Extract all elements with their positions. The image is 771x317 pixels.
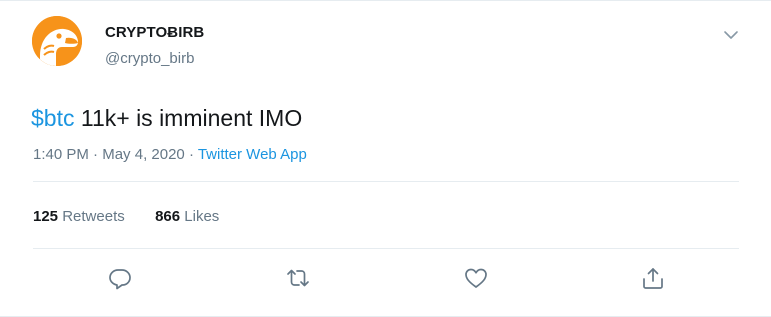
tweet-body: 11k+ is imminent IMO bbox=[74, 105, 303, 131]
tweet-card: CRYPTOɃIRB @crypto_birb $btc 11k+ is imm… bbox=[0, 0, 771, 317]
tweet-date[interactable]: May 4, 2020 bbox=[102, 146, 185, 163]
retweets-stat[interactable]: 125 Retweets bbox=[33, 208, 125, 225]
author-display-name[interactable]: CRYPTOɃIRB bbox=[105, 24, 204, 41]
share-icon[interactable] bbox=[640, 265, 666, 291]
bird-logo-icon bbox=[32, 16, 82, 66]
avatar[interactable] bbox=[32, 16, 82, 66]
retweets-label: Retweets bbox=[62, 208, 125, 225]
meta-separator: · bbox=[184, 146, 198, 163]
tweet-source-link[interactable]: Twitter Web App bbox=[198, 146, 307, 163]
reply-icon[interactable] bbox=[107, 265, 133, 291]
tweet-time[interactable]: 1:40 PM bbox=[33, 146, 89, 163]
author-handle[interactable]: @crypto_birb bbox=[105, 50, 194, 67]
likes-count: 866 bbox=[155, 208, 181, 225]
tweet-stats: 125 Retweets 866 Likes bbox=[33, 208, 219, 225]
likes-stat[interactable]: 866 Likes bbox=[155, 208, 219, 225]
heart-icon[interactable] bbox=[463, 265, 489, 291]
likes-label: Likes bbox=[184, 208, 220, 225]
meta-separator: · bbox=[88, 146, 103, 163]
cashtag-link[interactable]: $btc bbox=[31, 105, 74, 131]
divider bbox=[33, 248, 739, 249]
retweets-count: 125 bbox=[33, 208, 59, 225]
chevron-down-icon[interactable] bbox=[722, 26, 740, 44]
retweet-icon[interactable] bbox=[285, 265, 311, 291]
divider bbox=[33, 181, 739, 182]
tweet-text: $btc 11k+ is imminent IMO bbox=[31, 102, 302, 134]
tweet-meta: 1:40 PM · May 4, 2020 · Twitter Web App bbox=[33, 146, 307, 163]
